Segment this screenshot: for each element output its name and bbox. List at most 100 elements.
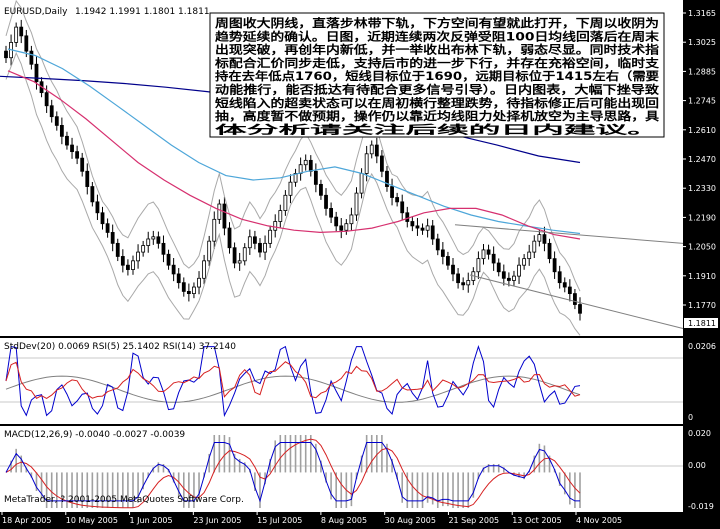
candle-body: [227, 227, 232, 249]
indicator2-axis-label: 0.00: [688, 461, 706, 470]
candle-body: [547, 242, 552, 260]
candle-body: [562, 282, 567, 288]
chart-window: EURUSD,Daily 1.1942 1.1991 1.1801 1.1811…: [0, 0, 720, 525]
indicator1-axis: 0.0206 0: [688, 342, 716, 422]
candle-body: [313, 170, 318, 185]
candle-body: [496, 262, 501, 273]
candle-body: [339, 225, 344, 231]
candle-body: [242, 247, 247, 262]
candle-body: [95, 201, 100, 214]
candle-body: [232, 247, 237, 264]
price-axis-label: 1.1910: [688, 272, 716, 281]
candle-body: [110, 232, 115, 244]
candle-body: [542, 234, 547, 244]
candle-body: [75, 151, 80, 159]
candle-body: [517, 264, 521, 277]
candle-body: [410, 221, 415, 227]
candle-body: [120, 256, 125, 266]
candle-body: [34, 63, 39, 83]
candle-body: [19, 26, 24, 37]
candle-body: [207, 240, 212, 262]
candle-body: [324, 194, 328, 209]
candle-body: [446, 256, 450, 266]
candle-body: [181, 282, 186, 292]
candle-body: [369, 144, 374, 155]
symbol-label: EURUSD,Daily: [4, 7, 68, 17]
candle-body: [512, 275, 516, 281]
candle-body: [222, 203, 227, 229]
candle-body: [192, 286, 196, 294]
candle-body: [486, 249, 491, 255]
candle-body: [247, 236, 252, 249]
candle-body: [212, 218, 217, 242]
candle-body: [451, 264, 455, 275]
price-axis-label: 1.2470: [688, 155, 716, 164]
candle-body: [4, 50, 8, 59]
candle-body: [461, 282, 466, 286]
candle-body: [156, 236, 161, 244]
candle-body: [522, 258, 527, 266]
candle-body: [161, 242, 166, 255]
candle-body: [258, 242, 262, 253]
price-axis-label: 1.2885: [688, 67, 716, 76]
candle-body: [65, 135, 69, 146]
candle-body: [283, 194, 288, 211]
candle-body: [390, 186, 394, 198]
candle-body: [481, 249, 486, 260]
price-axis: 1.3165 1.3025 1.2885 1.2745 1.2610 1.2470 1.23…: [683, 9, 716, 310]
candle-body: [329, 208, 333, 218]
time-axis-label: 23 Jun 2005: [193, 516, 241, 525]
candle-body: [70, 144, 74, 153]
current-price-label: 1.1811: [688, 319, 716, 328]
candle-body: [308, 159, 313, 172]
annotation-line: 抽，高度暂不做预期，操作仍以靠近均线阻力处择机放空为主导思路，具: [215, 109, 660, 123]
candle-body: [527, 251, 532, 260]
candle-body: [364, 153, 369, 174]
annotation-line: 出现突破，再创年内新低，并一举收出布林下轨，弱态尽显。同时技术指: [215, 43, 659, 57]
annotation-text: 周图收大阴线，直落步林带下轨，下方空间有望就此打开，下周以收阴为趋势延续的确认。…: [214, 16, 660, 136]
candle-body: [278, 210, 283, 222]
price-axis-label: 1.3025: [688, 38, 716, 47]
candle-body: [268, 229, 273, 244]
candle-body: [171, 264, 176, 275]
annotation-line: 动能推行，能否抵达有待配合更多信号引导）。日内图表，大幅下挫导致: [215, 83, 660, 97]
candle-body: [374, 144, 379, 157]
annotation-line: 持在去年低点1760，短线目标位于1690，远期目标位于1415左右（需要: [215, 69, 659, 83]
candle-body: [49, 105, 54, 118]
candle-body: [237, 260, 242, 264]
candle-body: [202, 260, 207, 279]
candle-body: [253, 236, 257, 244]
time-axis-label: 4 Nov 2005: [576, 516, 622, 525]
annotation-line: 短线陷入的超卖状态可以在周初横行整理跌势，待指标修正后可能出现回: [215, 96, 659, 110]
candle-body: [197, 277, 201, 288]
copyright-label: MetaTrader, ? 2001-2005 MetaQuotes Softw…: [4, 495, 244, 505]
time-axis: 18 Apr 2005 10 May 2005 1 Jun 2005 23 Jun 2…: [1, 512, 622, 525]
indicator2-axis: 0.020 0.00 -0.019: [688, 429, 714, 511]
candle-body: [126, 264, 130, 270]
candle-body: [395, 197, 400, 203]
candle-body: [567, 286, 572, 294]
chart-svg: EURUSD,Daily 1.1942 1.1991 1.1801 1.1811…: [0, 0, 718, 525]
ohlc-label: 1.1942 1.1991 1.1801 1.1811: [75, 7, 210, 17]
candle-body: [334, 216, 339, 227]
time-axis-label: 21 Sep 2005: [448, 516, 499, 525]
candle-body: [105, 223, 110, 233]
candle-body: [176, 273, 181, 284]
candle-body: [501, 271, 506, 279]
indicator2-label: MACD(12,26,9) -0.0040 -0.0027 -0.0039: [4, 430, 185, 440]
annotation-line: 周图收大阴线，直落步林带下轨，下方空间有望就此打开，下周以收阴为: [215, 16, 659, 30]
indicator1-axis-label: 0.0206: [688, 342, 716, 351]
candle-body: [557, 271, 562, 284]
candle-body: [100, 212, 105, 225]
indicator1-label: StdDev(20) 0.0069 RSI(5) 25.1402 RSI(14)…: [4, 342, 236, 352]
candle-body: [552, 258, 557, 273]
candle-body: [440, 249, 445, 257]
candle-body: [59, 125, 64, 137]
candle-body: [435, 238, 440, 251]
time-axis-label: 15 Jul 2005: [257, 516, 302, 525]
price-axis-label: 1.1770: [688, 301, 716, 310]
time-axis-label: 1 Jun 2005: [130, 516, 173, 525]
candle-body: [420, 227, 425, 231]
candle-body: [146, 238, 151, 246]
candle-body: [166, 253, 171, 266]
